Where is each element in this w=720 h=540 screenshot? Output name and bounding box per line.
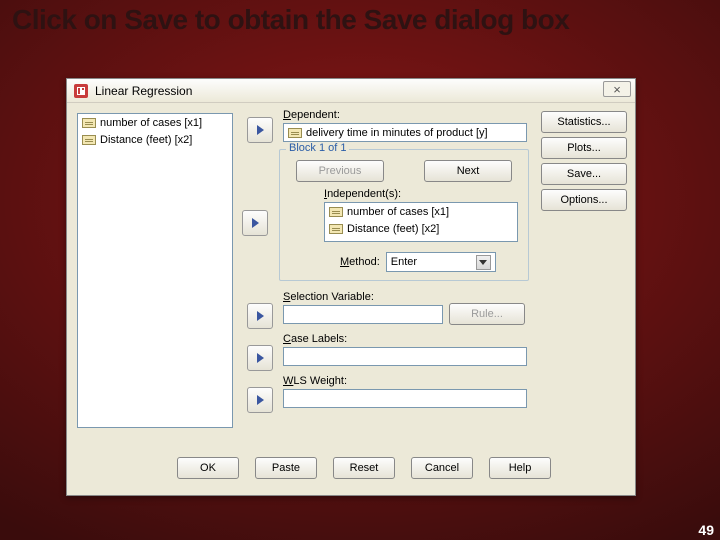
dependent-label: Dependent:: [283, 109, 340, 121]
dependent-field[interactable]: delivery time in minutes of product [y]: [283, 123, 527, 142]
previous-label: Previous: [319, 165, 362, 177]
move-to-selection-button[interactable]: [247, 303, 273, 329]
chevron-down-icon: [479, 260, 487, 265]
rule-label: Rule...: [471, 308, 503, 320]
move-to-wls-button[interactable]: [247, 387, 273, 413]
arrow-right-icon: [257, 311, 264, 321]
method-value: Enter: [391, 256, 417, 268]
plots-button[interactable]: Plots...: [541, 137, 627, 159]
cancel-label: Cancel: [425, 462, 459, 474]
side-button-column: Statistics... Plots... Save... Options..…: [541, 111, 627, 211]
options-label: Options...: [560, 194, 607, 206]
ok-button[interactable]: OK: [177, 457, 239, 479]
method-label: Method:: [340, 256, 380, 268]
previous-block-button: Previous: [296, 160, 384, 182]
block-legend: Block 1 of 1: [286, 142, 349, 154]
move-to-dependent-button[interactable]: [247, 117, 273, 143]
cancel-button[interactable]: Cancel: [411, 457, 473, 479]
list-item[interactable]: Distance (feet) [x2]: [325, 220, 517, 237]
case-labels-label: Case Labels:: [283, 333, 347, 345]
scale-variable-icon: [329, 224, 343, 234]
reset-button[interactable]: Reset: [333, 457, 395, 479]
independents-label: Independent(s):: [324, 188, 401, 200]
selection-variable-label: Selection Variable:: [283, 291, 374, 303]
move-to-case-labels-button[interactable]: [247, 345, 273, 371]
case-labels-field[interactable]: [283, 347, 527, 366]
list-item[interactable]: number of cases [x1]: [325, 203, 517, 220]
dialog-titlebar[interactable]: Linear Regression ×: [67, 79, 635, 103]
independents-list[interactable]: number of cases [x1] Distance (feet) [x2…: [324, 202, 518, 242]
method-row: Method: Enter: [340, 252, 496, 272]
dialog-body: number of cases [x1] Distance (feet) [x2…: [67, 103, 635, 495]
variable-name: number of cases [x1]: [347, 206, 449, 218]
next-label: Next: [457, 165, 480, 177]
variable-name: Distance (feet) [x2]: [347, 223, 439, 235]
source-variable-list[interactable]: number of cases [x1] Distance (feet) [x2…: [77, 113, 233, 428]
reset-label: Reset: [350, 462, 379, 474]
close-button[interactable]: ×: [603, 81, 631, 97]
help-button[interactable]: Help: [489, 457, 551, 479]
selection-variable-field[interactable]: [283, 305, 443, 324]
statistics-button[interactable]: Statistics...: [541, 111, 627, 133]
help-label: Help: [509, 462, 532, 474]
paste-label: Paste: [272, 462, 300, 474]
scale-variable-icon: [82, 118, 96, 128]
save-label: Save...: [567, 168, 601, 180]
scale-variable-icon: [288, 128, 302, 138]
move-to-independents-button[interactable]: [242, 210, 268, 236]
rule-button: Rule...: [449, 303, 525, 325]
arrow-right-icon: [257, 395, 264, 405]
slide-title: Click on Save to obtain the Save dialog …: [12, 4, 708, 36]
variable-name: number of cases [x1]: [100, 117, 202, 129]
options-button[interactable]: Options...: [541, 189, 627, 211]
next-block-button[interactable]: Next: [424, 160, 512, 182]
arrow-right-icon: [257, 353, 264, 363]
bottom-button-row: OK Paste Reset Cancel Help: [177, 457, 551, 479]
paste-button[interactable]: Paste: [255, 457, 317, 479]
slide-page-number: 49: [698, 522, 714, 538]
arrow-right-icon: [252, 218, 259, 228]
save-button[interactable]: Save...: [541, 163, 627, 185]
close-icon: ×: [613, 82, 621, 97]
variable-name: Distance (feet) [x2]: [100, 134, 192, 146]
statistics-label: Statistics...: [557, 116, 610, 128]
dropdown-toggle[interactable]: [476, 255, 491, 270]
spss-app-icon: [73, 83, 89, 99]
linear-regression-dialog: Linear Regression × number of cases [x1]…: [66, 78, 636, 496]
list-item[interactable]: number of cases [x1]: [78, 114, 232, 131]
wls-weight-label: WLS Weight:: [283, 375, 347, 387]
dialog-title: Linear Regression: [95, 84, 192, 98]
plots-label: Plots...: [567, 142, 601, 154]
list-item[interactable]: Distance (feet) [x2]: [78, 131, 232, 148]
arrow-right-icon: [257, 125, 264, 135]
wls-weight-field[interactable]: [283, 389, 527, 408]
dependent-value: delivery time in minutes of product [y]: [306, 127, 488, 139]
block-group: Block 1 of 1 Previous Next Independent(s…: [279, 149, 529, 281]
ok-label: OK: [200, 462, 216, 474]
scale-variable-icon: [329, 207, 343, 217]
method-dropdown[interactable]: Enter: [386, 252, 496, 272]
scale-variable-icon: [82, 135, 96, 145]
